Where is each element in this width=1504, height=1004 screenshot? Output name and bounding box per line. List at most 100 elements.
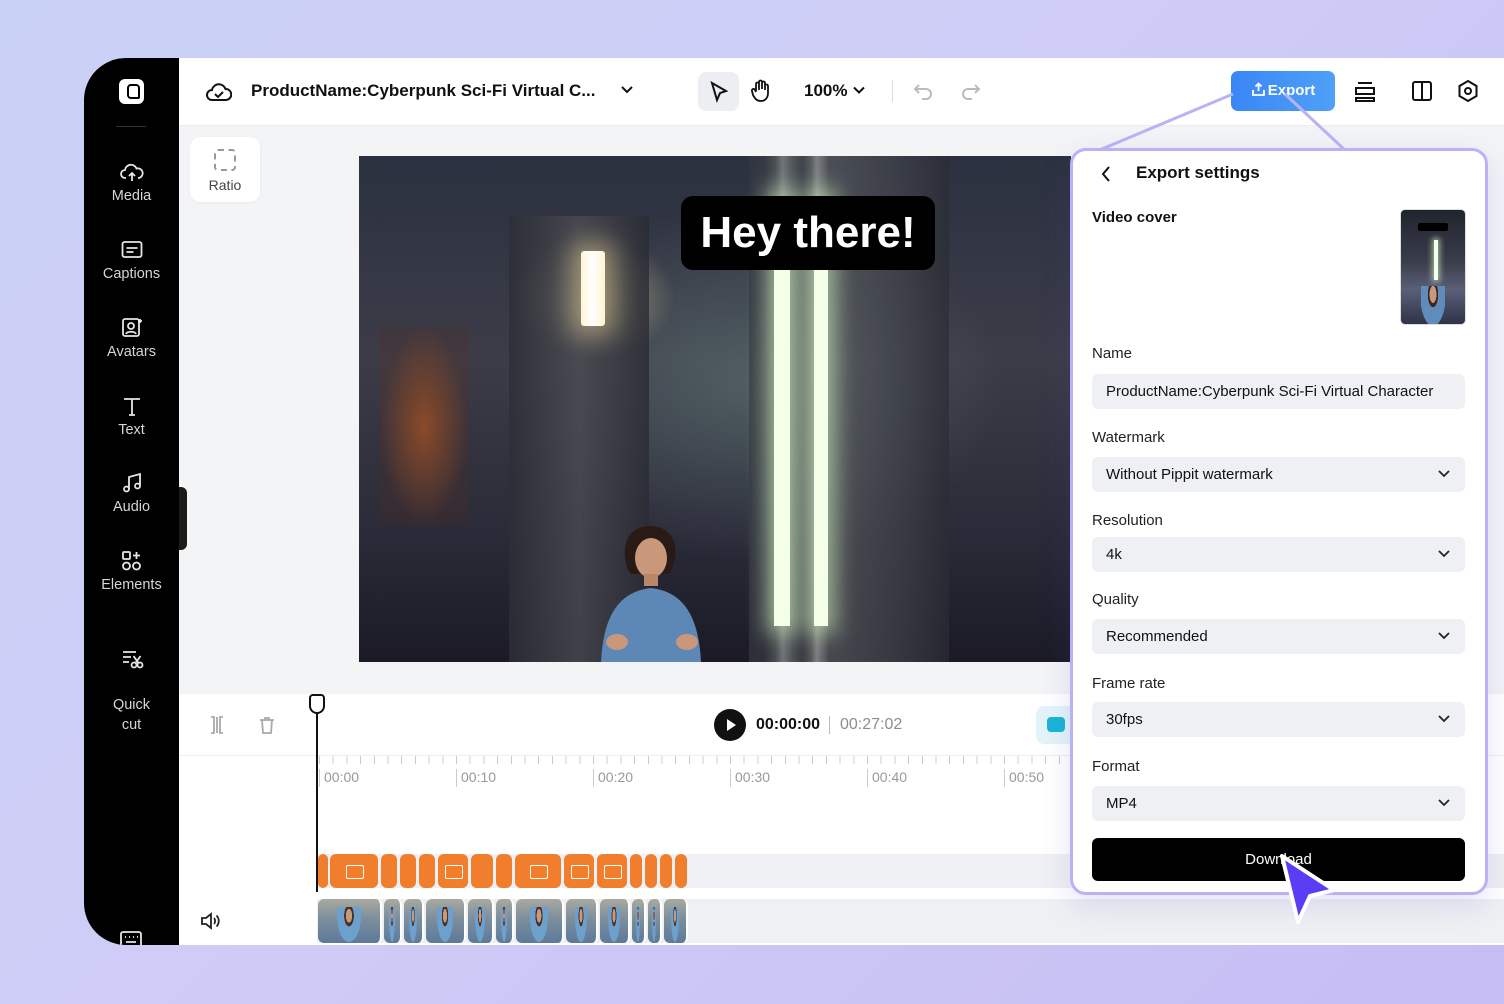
format-select[interactable]: MP4 (1092, 786, 1465, 821)
caption-clip[interactable] (438, 854, 468, 888)
quick-cut-icon (122, 651, 143, 669)
video-cover-thumbnail[interactable] (1401, 210, 1465, 324)
settings-icon[interactable] (1456, 79, 1480, 103)
ratio-button[interactable]: Ratio (190, 137, 260, 202)
avatar-clip[interactable] (566, 899, 598, 943)
sidebar-item-elements[interactable]: Elements (84, 550, 179, 593)
caption-clip[interactable] (318, 854, 328, 888)
keyboard-icon[interactable] (119, 929, 143, 945)
caption-clip[interactable] (471, 854, 493, 888)
thumbnail-avatar (1421, 286, 1445, 324)
select-tool-button[interactable] (698, 72, 739, 111)
watermark-select[interactable]: Without Pippit watermark (1092, 457, 1465, 492)
avatar-icon (121, 318, 142, 337)
caption-clip[interactable] (496, 854, 512, 888)
quality-select[interactable]: Recommended (1092, 619, 1465, 654)
avatar-clip[interactable] (318, 899, 382, 943)
chevron-down-icon[interactable] (853, 86, 865, 95)
app-logo-icon[interactable] (119, 79, 144, 104)
avatar-clip[interactable] (426, 899, 466, 943)
elements-icon (121, 551, 141, 571)
sidebar-item-media[interactable]: Media (84, 161, 179, 204)
project-title[interactable]: ProductName:Cyberpunk Sci-Fi Virtual C..… (251, 81, 595, 101)
current-time: 00:00:00 (756, 716, 821, 733)
format-value: MP4 (1106, 795, 1137, 812)
avatar-clip[interactable] (384, 899, 402, 943)
divider (116, 126, 146, 127)
avatar-clip[interactable] (600, 899, 630, 943)
divider (829, 716, 830, 734)
chevron-down-icon (1438, 715, 1450, 723)
sidebar-item-label: Quick cut (112, 697, 151, 733)
sidebar-item-label: Media (111, 188, 152, 204)
caption-clip[interactable] (564, 854, 594, 888)
avatar-presenter[interactable] (587, 516, 717, 662)
volume-icon[interactable] (200, 912, 220, 930)
avatar-clip[interactable] (632, 899, 646, 943)
back-arrow-icon[interactable] (1100, 165, 1112, 183)
sidebar-item-text[interactable]: Text (84, 395, 179, 438)
ruler-label: 00:50 (1004, 769, 1044, 787)
export-settings-panel: Export settings Video cover Name Product… (1070, 148, 1488, 895)
resolution-label: Resolution (1092, 512, 1163, 529)
sidebar-item-captions[interactable]: Captions (84, 239, 179, 282)
cloud-sync-icon[interactable] (206, 81, 232, 103)
background-scene (581, 251, 605, 326)
video-preview[interactable]: Hey there! (359, 156, 1071, 662)
caption-clip[interactable] (630, 854, 642, 888)
sidebar-item-quick-cut[interactable]: Quick cut (84, 628, 179, 735)
avatar-clip[interactable] (516, 899, 564, 943)
ruler-label: 00:00 (319, 769, 359, 787)
split-panel-icon[interactable] (1411, 80, 1433, 102)
text-icon (123, 398, 140, 416)
caption-clip[interactable] (330, 854, 378, 888)
playhead-handle[interactable] (309, 694, 325, 714)
caption-clip[interactable] (660, 854, 672, 888)
sidebar-collapse-handle[interactable] (179, 487, 187, 550)
caption-overlay[interactable]: Hey there! (681, 196, 935, 270)
cloud-upload-icon (119, 163, 144, 181)
caption-clip[interactable] (400, 854, 416, 888)
ratio-icon (214, 149, 236, 171)
name-label: Name (1092, 345, 1133, 362)
chevron-down-icon[interactable] (620, 85, 634, 95)
quality-label: Quality (1092, 591, 1139, 608)
sidebar-item-avatars[interactable]: Avatars (84, 317, 179, 360)
resolution-select[interactable]: 4k (1092, 537, 1465, 572)
pointer-icon (710, 81, 729, 103)
caption-clip[interactable] (675, 854, 687, 888)
playhead-line (316, 702, 318, 892)
layers-icon[interactable] (1353, 80, 1377, 104)
caption-clip[interactable] (645, 854, 657, 888)
frame-rate-select[interactable]: 30fps (1092, 702, 1465, 737)
sidebar-item-label: Audio (112, 499, 151, 515)
sidebar-item-audio[interactable]: Audio (84, 472, 179, 515)
caption-clip[interactable] (419, 854, 435, 888)
left-sidebar: Media Captions Avatars Text Audio Elemen… (84, 58, 179, 945)
music-note-icon (122, 472, 141, 493)
name-input[interactable]: ProductName:Cyberpunk Sci-Fi Virtual Cha… (1092, 374, 1465, 409)
avatar-clip[interactable] (404, 899, 424, 943)
chevron-down-icon (1438, 550, 1450, 558)
sidebar-item-label: Avatars (107, 344, 156, 360)
ruler-ticks (319, 756, 1079, 764)
split-icon[interactable] (207, 715, 227, 735)
frame-rate-value: 30fps (1106, 711, 1143, 728)
quality-value: Recommended (1106, 628, 1208, 645)
avatar-clip[interactable] (664, 899, 688, 943)
zoom-level[interactable]: 100% (804, 81, 847, 101)
avatar-clip[interactable] (468, 899, 494, 943)
redo-icon[interactable] (960, 81, 982, 101)
chevron-down-icon (1438, 632, 1450, 640)
hand-tool-icon[interactable] (750, 79, 772, 103)
avatar-clip[interactable] (648, 899, 662, 943)
trash-icon[interactable] (257, 715, 277, 735)
avatar-clip[interactable] (496, 899, 514, 943)
play-button[interactable] (714, 709, 746, 741)
captions-icon (121, 241, 142, 258)
caption-clip[interactable] (381, 854, 397, 888)
undo-icon[interactable] (912, 81, 934, 101)
divider (892, 80, 893, 102)
caption-clip[interactable] (515, 854, 561, 888)
caption-clip[interactable] (597, 854, 627, 888)
